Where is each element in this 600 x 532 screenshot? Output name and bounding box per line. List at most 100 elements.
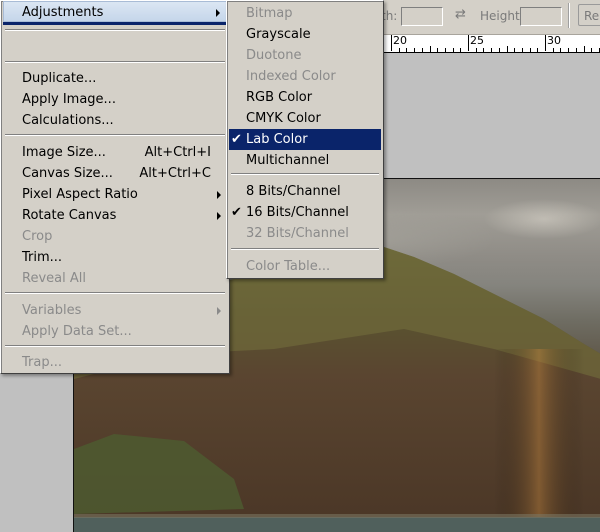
menu-item-label: Canvas Size...: [22, 166, 113, 181]
menu-item-label: Trim...: [22, 250, 63, 265]
mode-item-bitmap[interactable]: Bitmap: [229, 3, 381, 24]
menu-item-label: Rotate Canvas: [22, 208, 117, 223]
waterline: [74, 514, 600, 518]
menu-item-label: Indexed Color: [246, 69, 336, 84]
mode-submenu: Bitmap Grayscale Duotone Indexed Color RGB C…: [226, 0, 384, 279]
mode-item-color-table[interactable]: Color Table...: [229, 256, 381, 277]
ruler-minor-tick: [537, 48, 539, 52]
menu-separator: [231, 173, 379, 175]
menu-separator: [231, 248, 379, 250]
resolution-button[interactable]: Re: [578, 4, 600, 26]
menu-item-apply-image[interactable]: Apply Image...: [3, 89, 227, 110]
menu-item-adjustments[interactable]: Adjustments: [3, 1, 227, 22]
mode-item-duotone[interactable]: Duotone: [229, 45, 381, 66]
menu-item-crop[interactable]: Crop: [3, 226, 227, 247]
menu-item-label: Lab Color: [246, 132, 308, 147]
ruler-minor-tick: [560, 48, 562, 52]
menu-item-label: Apply Data Set...: [22, 324, 132, 339]
ruler-minor-tick: [414, 48, 416, 52]
mode-item-16-bits-channel[interactable]: ✔ 16 Bits/Channel: [229, 202, 381, 223]
menu-item-label: Crop: [22, 229, 53, 244]
mode-item-grayscale[interactable]: Grayscale: [229, 24, 381, 45]
menu-item-trim[interactable]: Trim...: [3, 247, 227, 268]
height-label: Height:: [480, 9, 524, 23]
menu-item-label: Duplicate...: [22, 71, 97, 86]
ruler-minor-tick: [529, 48, 531, 52]
ruler-major-tick: [468, 35, 469, 51]
mode-item-cmyk-color[interactable]: CMYK Color: [229, 108, 381, 129]
ruler-major-tick: [545, 35, 546, 51]
menu-item-label: Image Size...: [22, 145, 106, 160]
menu-item-label: Calculations...: [22, 113, 114, 128]
menu-item-shortcut: Alt+Ctrl+I: [144, 145, 211, 160]
mode-item-indexed-color[interactable]: Indexed Color: [229, 66, 381, 87]
ruler-minor-tick: [398, 48, 400, 52]
mode-item-rgb-color[interactable]: RGB Color: [229, 87, 381, 108]
menu-item-label: Duotone: [246, 48, 302, 63]
menu-item-label: RGB Color: [246, 90, 313, 105]
ruler-minor-tick: [568, 48, 570, 52]
ruler-label: 30: [547, 34, 561, 47]
menu-item-label: Trap...: [22, 355, 62, 370]
menu-item-duplicate[interactable]: Duplicate...: [3, 68, 227, 89]
ruler-minor-tick: [575, 48, 577, 52]
toolbar-divider: [568, 3, 570, 28]
menu-item-label: Color Table...: [246, 259, 331, 274]
submenu-arrow-icon: [217, 307, 221, 315]
ruler-minor-tick: [452, 48, 454, 52]
image-menu: ModeAdjustmentsDuplicate...Apply Image..…: [0, 0, 230, 374]
mode-item-lab-color[interactable]: ✔ Lab Color: [229, 129, 381, 150]
mode-item-multichannel[interactable]: Multichannel: [229, 150, 381, 171]
ruler-minor-tick: [475, 48, 477, 52]
water: [74, 517, 600, 532]
ruler-minor-tick: [583, 46, 585, 52]
ruler-label: 25: [470, 34, 484, 47]
swap-arrows-icon[interactable]: ⇄: [455, 7, 466, 22]
ruler-minor-tick: [406, 48, 408, 52]
menu-item-apply-data-set[interactable]: Apply Data Set...: [3, 321, 227, 342]
menu-separator: [5, 61, 225, 63]
ruler-minor-tick: [552, 48, 554, 52]
ruler-minor-tick: [483, 48, 485, 52]
menu-item-variables[interactable]: Variables: [3, 300, 227, 321]
menu-item-label: Bitmap: [246, 6, 293, 21]
ruler-major-tick: [391, 35, 392, 51]
menu-item-label: 16 Bits/Channel: [246, 205, 349, 220]
menu-item-reveal-all[interactable]: Reveal All: [3, 268, 227, 289]
menu-item-pixel-aspect-ratio[interactable]: Pixel Aspect Ratio: [3, 184, 227, 205]
menu-item-image-size[interactable]: Image Size... Alt+Ctrl+I: [3, 142, 227, 163]
menu-item-label: Reveal All: [22, 271, 86, 286]
menu-item-label: Grayscale: [246, 27, 311, 42]
height-field[interactable]: [520, 7, 562, 26]
mode-item-32-bits-channel[interactable]: 32 Bits/Channel: [229, 223, 381, 244]
submenu-arrow-icon: [217, 212, 221, 220]
ruler-minor-tick: [506, 46, 508, 52]
menu-item-trap[interactable]: Trap...: [3, 352, 227, 373]
menu-item-shortcut: Alt+Ctrl+C: [139, 166, 211, 181]
submenu-arrow-icon: [216, 9, 220, 17]
menu-item-label: 32 Bits/Channel: [246, 226, 349, 241]
ruler-minor-tick: [437, 48, 439, 52]
ruler-minor-tick: [591, 48, 593, 52]
menu-item-calculations[interactable]: Calculations...: [3, 110, 227, 131]
menu-item-label: Variables: [22, 303, 82, 318]
ruler-label: 20: [393, 34, 407, 47]
menu-item-label: Multichannel: [246, 153, 330, 168]
ruler-minor-tick: [498, 48, 500, 52]
ruler-minor-tick: [421, 48, 423, 52]
menu-item-rotate-canvas[interactable]: Rotate Canvas: [3, 205, 227, 226]
menu-item-label: Apply Image...: [22, 92, 116, 107]
menu-item-label: Adjustments: [22, 5, 104, 20]
menu-item-canvas-size[interactable]: Canvas Size... Alt+Ctrl+C: [3, 163, 227, 184]
ruler-minor-tick: [491, 48, 493, 52]
ruler-minor-tick: [444, 48, 446, 52]
ruler-minor-tick: [514, 48, 516, 52]
width-field[interactable]: [401, 7, 443, 26]
menu-separator: [5, 292, 225, 294]
menu-separator: [5, 134, 225, 136]
menu-item-label: 8 Bits/Channel: [246, 184, 341, 199]
submenu-arrow-icon: [217, 191, 221, 199]
mode-item-8-bits-channel[interactable]: 8 Bits/Channel: [229, 181, 381, 202]
checkmark-icon: ✔: [231, 132, 242, 147]
ruler-minor-tick: [460, 48, 462, 52]
